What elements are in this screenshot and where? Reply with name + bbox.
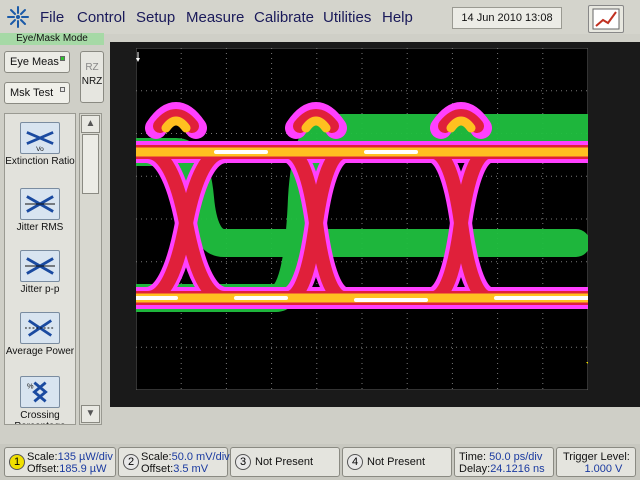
channel-2-text: Scale:50.0 mV/div Offset:3.5 mV <box>141 451 230 475</box>
crossing-percentage-button[interactable]: % Crossing Percentage <box>5 376 75 424</box>
rz-label: RZ <box>85 62 99 73</box>
menu-file[interactable]: File <box>40 9 64 26</box>
eye-diagram-display[interactable] <box>136 48 588 390</box>
jitter-rms-label: Jitter RMS <box>16 222 64 233</box>
jitter-rms-button[interactable]: Jitter RMS <box>5 188 75 233</box>
time-label: Time: <box>459 451 487 463</box>
inactive-indicator-icon <box>60 87 65 92</box>
channel-3-badge: 3 <box>235 454 251 470</box>
menu-utilities[interactable]: Utilities <box>323 9 371 26</box>
channel-4-settings[interactable]: 4 Not Present <box>342 447 452 477</box>
active-indicator-icon <box>60 56 65 61</box>
extinction-ratio-icon: Vo <box>20 122 60 154</box>
jitter-pp-icon <box>20 250 60 282</box>
channel-2-settings[interactable]: 2 Scale:50.0 mV/div Offset:3.5 mV <box>118 447 230 477</box>
measurement-toolbar: Vo Extinction Ratio Jitter RMS Jitter p-… <box>4 113 76 425</box>
ch2-scale-label: Scale: <box>141 451 172 463</box>
jitter-pp-button[interactable]: Jitter p-p <box>5 250 75 295</box>
scroll-thumb[interactable] <box>82 134 99 194</box>
average-power-icon <box>20 312 60 344</box>
time-value: 50.0 ps/div <box>489 451 543 463</box>
ch1-offset-value: 185.9 µW <box>59 463 107 475</box>
scroll-up-arrow-icon[interactable]: ▲ <box>81 115 100 133</box>
channel-4-status: Not Present <box>367 456 426 468</box>
average-power-label: Average Power <box>5 346 75 357</box>
crossing-percentage-label: Crossing Percentage <box>14 410 65 424</box>
rz-nrz-toggle[interactable]: RZ NRZ <box>80 51 104 103</box>
trigger-level-value: 1.000 V <box>584 463 623 475</box>
channel-3-status: Not Present <box>255 456 314 468</box>
trigger-level-label: Trigger Level: <box>563 451 630 463</box>
channel-4-badge: 4 <box>347 454 363 470</box>
agilent-logo-icon <box>7 6 29 28</box>
channel-3-settings[interactable]: 3 Not Present <box>230 447 340 477</box>
crossing-percentage-icon: % <box>20 376 60 408</box>
menu-setup[interactable]: Setup <box>136 9 175 26</box>
extinction-ratio-button[interactable]: Vo Extinction Ratio <box>5 122 75 167</box>
nrz-label: NRZ <box>81 76 103 87</box>
menu-bar: File Control Setup Measure Calibrate Uti… <box>0 0 640 34</box>
ch2-offset-label: Offset: <box>141 463 174 475</box>
channel-1-settings[interactable]: 1 Scale:135 µW/div Offset:185.9 µW <box>4 447 116 477</box>
average-power-button[interactable]: Average Power <box>5 312 75 357</box>
chart-trend-icon <box>592 8 620 30</box>
mask-test-label: Msk Test <box>10 87 54 99</box>
date-time-display: 14 Jun 2010 13:08 <box>452 7 562 29</box>
timebase-text: Time: 50.0 ps/div Delay:24.1216 ns <box>459 451 545 475</box>
ch1-offset-label: Offset: <box>27 463 60 475</box>
mode-label: Eye/Mask Mode <box>0 33 104 45</box>
ch1-scale-label: Scale: <box>27 451 58 463</box>
trigger-settings[interactable]: Trigger Level: 1.000 V <box>556 447 636 477</box>
menu-control[interactable]: Control <box>77 9 125 26</box>
ch2-offset-value: 3.5 mV <box>173 463 209 475</box>
extinction-ratio-label: Extinction Ratio <box>5 156 75 167</box>
channel-1-badge: 1 <box>9 454 25 470</box>
svg-text:%: % <box>27 381 34 390</box>
quick-measure-button[interactable] <box>588 5 624 33</box>
menu-help[interactable]: Help <box>382 9 413 26</box>
eye-meas-button[interactable]: Eye Meas <box>4 51 70 73</box>
menu-measure[interactable]: Measure <box>186 9 244 26</box>
trigger-text: Trigger Level: 1.000 V <box>563 451 630 475</box>
oscilloscope-window: File Control Setup Measure Calibrate Uti… <box>0 0 640 480</box>
timebase-settings[interactable]: Time: 50.0 ps/div Delay:24.1216 ns <box>454 447 554 477</box>
menu-calibrate[interactable]: Calibrate <box>254 9 314 26</box>
mask-test-button[interactable]: Msk Test <box>4 82 70 104</box>
delay-value: 24.1216 ns <box>490 463 545 475</box>
ch2-scale-value: 50.0 mV/div <box>171 451 230 463</box>
channel-1-text: Scale:135 µW/div Offset:185.9 µW <box>27 451 113 475</box>
status-bar: 1 Scale:135 µW/div Offset:185.9 µW 2 Sca… <box>0 444 640 480</box>
delay-label: Delay: <box>459 463 491 475</box>
scroll-down-arrow-icon[interactable]: ▼ <box>81 405 100 423</box>
toolbar-scrollbar[interactable]: ▲ ▼ <box>79 113 102 425</box>
channel-2-badge: 2 <box>123 454 139 470</box>
eye-meas-label: Eye Meas <box>10 56 59 68</box>
jitter-pp-label: Jitter p-p <box>20 284 60 295</box>
svg-text:Vo: Vo <box>36 146 44 153</box>
jitter-rms-icon <box>20 188 60 220</box>
ch1-scale-value: 135 µW/div <box>57 451 113 463</box>
